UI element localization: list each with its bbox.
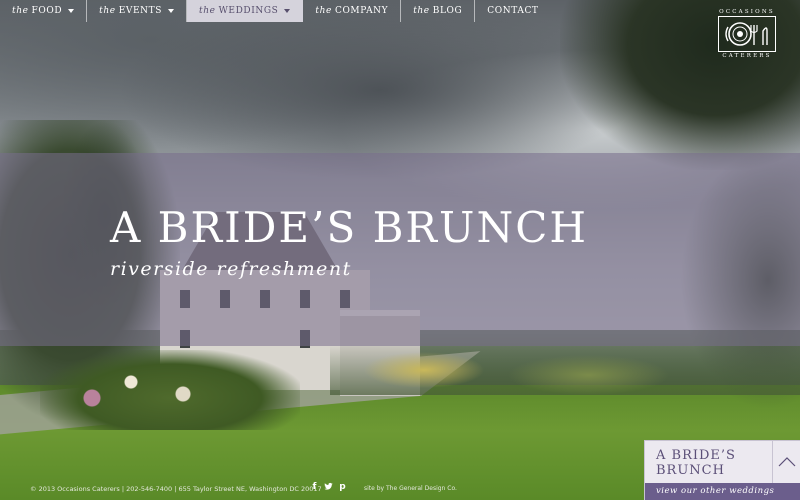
pinterest-icon[interactable]: p <box>338 482 347 492</box>
gallery-card: A BRIDE’S BRUNCH view our other weddings <box>644 440 800 500</box>
nav-item-weddings[interactable]: the WEDDINGS <box>187 0 304 22</box>
flower-garden <box>40 350 300 430</box>
logo-top-text: OCCASIONS <box>719 9 775 15</box>
chevron-up-icon <box>778 457 796 467</box>
hero-subtitle: riverside refreshment <box>110 258 352 280</box>
logo-emblem <box>718 16 776 52</box>
nav-item-label: CONTACT <box>487 6 539 16</box>
nav-item-prefix: the <box>199 6 216 16</box>
hero-title: A BRIDE’S BRUNCH <box>110 203 588 252</box>
twitter-bird-icon <box>324 482 333 490</box>
nav-item-contact[interactable]: CONTACT <box>475 0 550 22</box>
occasions-caterers-logo[interactable]: OCCASIONS CATERERS <box>716 8 778 64</box>
twitter-icon[interactable] <box>324 482 333 492</box>
nav-item-prefix: the <box>12 6 29 16</box>
social-links: f p <box>310 482 347 492</box>
hedge-row <box>330 345 800 395</box>
site-credit-link[interactable]: site by The General Design Co. <box>364 485 457 492</box>
nav-item-label: BLOG <box>432 6 463 16</box>
nav-item-prefix: the <box>315 6 332 16</box>
card-title: A BRIDE’S BRUNCH <box>656 448 736 478</box>
nav-item-company[interactable]: the COMPANY <box>303 0 402 22</box>
nav-item-label: WEDDINGS <box>218 6 279 16</box>
nav-item-label: FOOD <box>31 6 63 16</box>
card-toggle-button[interactable] <box>772 441 800 483</box>
footer-contact-info: © 2013 Occasions Caterers | 202-546-7400… <box>30 485 322 493</box>
nav-item-label: EVENTS <box>118 6 163 16</box>
caret-down-icon <box>168 9 175 13</box>
caret-down-icon <box>284 9 291 13</box>
nav-item-prefix: the <box>99 6 116 16</box>
caret-down-icon <box>68 9 75 13</box>
nav-item-events[interactable]: the EVENTS <box>87 0 188 22</box>
view-other-weddings-link[interactable]: view our other weddings <box>645 483 800 500</box>
nav-item-label: COMPANY <box>334 6 389 16</box>
nav-item-blog[interactable]: the BLOG <box>401 0 476 22</box>
logo-bottom-text: CATERERS <box>722 53 772 59</box>
main-nav: the FOOD the EVENTS the WEDDINGS the COM… <box>0 0 551 22</box>
logo-emblem-icon <box>724 22 768 46</box>
nav-item-prefix: the <box>413 6 430 16</box>
facebook-icon[interactable]: f <box>310 482 319 492</box>
nav-item-food[interactable]: the FOOD <box>0 0 88 22</box>
